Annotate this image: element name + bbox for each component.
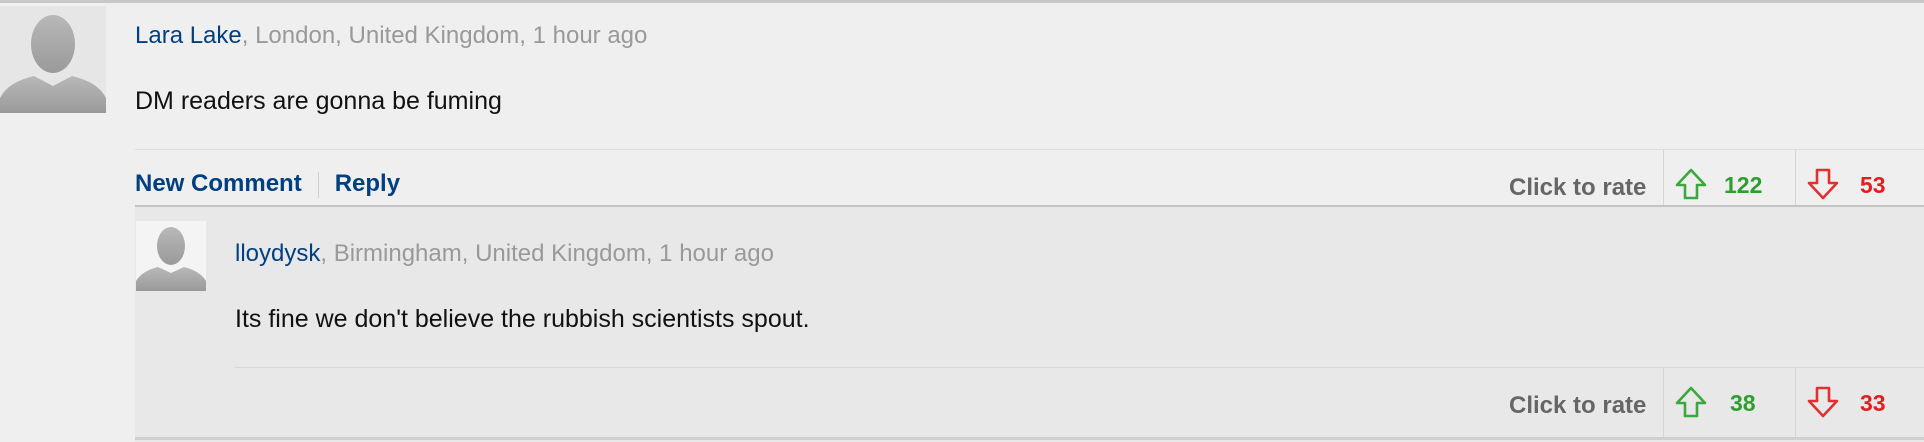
- action-separator: [317, 171, 319, 198]
- new-comment-link[interactable]: New Comment: [135, 170, 302, 198]
- downvote-arrow-icon[interactable]: [1806, 385, 1840, 419]
- avatar[interactable]: [136, 221, 206, 291]
- downvote-count: 33: [1860, 390, 1886, 416]
- click-to-rate-label: Click to rate: [1509, 174, 1647, 201]
- location-timestamp: , London, United Kingdom, 1 hour ago: [241, 22, 648, 49]
- comment-meta: lloydysk, Birmingham, United Kingdom, 1 …: [235, 240, 774, 268]
- comment-actions: New Comment Reply: [135, 170, 400, 198]
- upvote-count: 38: [1730, 390, 1756, 416]
- click-to-rate-label: Click to rate: [1509, 392, 1647, 419]
- rate-divider: [1795, 368, 1796, 437]
- reply-link[interactable]: Reply: [335, 170, 400, 198]
- downvote-arrow-icon[interactable]: [1806, 167, 1840, 201]
- rate-divider: [1795, 150, 1796, 205]
- default-user-silhouette-icon: [136, 221, 206, 291]
- comment-text: Its fine we don't believe the rubbish sc…: [235, 305, 810, 333]
- comment-text: DM readers are gonna be fuming: [135, 87, 502, 115]
- upvote-arrow-icon[interactable]: [1674, 385, 1708, 419]
- downvote-count: 53: [1860, 172, 1886, 198]
- default-user-silhouette-icon: [0, 6, 106, 113]
- upvote-arrow-icon[interactable]: [1674, 167, 1708, 201]
- username-link[interactable]: Lara Lake: [135, 22, 242, 49]
- comment-meta: Lara Lake, London, United Kingdom, 1 hou…: [135, 22, 647, 50]
- rate-divider: [1663, 150, 1664, 205]
- upvote-count: 122: [1724, 172, 1763, 198]
- username-link[interactable]: lloydysk: [235, 240, 320, 267]
- avatar[interactable]: [0, 6, 106, 113]
- comment-divider: [135, 149, 1924, 150]
- rate-divider: [1663, 368, 1664, 437]
- comment-divider: [235, 367, 1924, 368]
- top-divider: [0, 0, 1924, 3]
- location-timestamp: , Birmingham, United Kingdom, 1 hour ago: [320, 240, 774, 267]
